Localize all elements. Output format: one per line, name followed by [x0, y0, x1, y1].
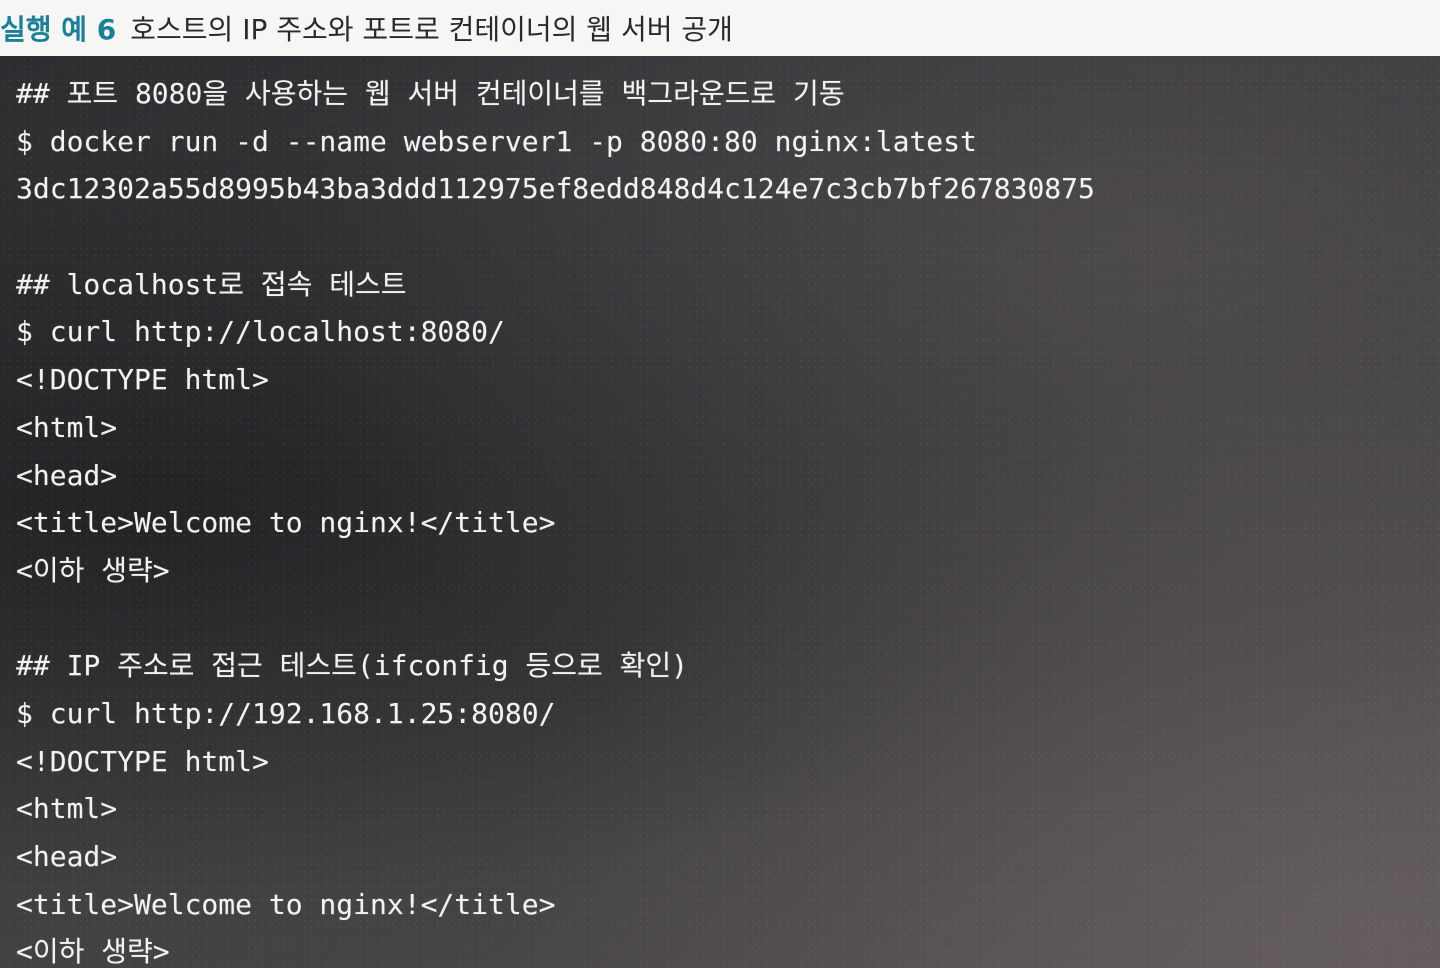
example-label: 실행 예 6 — [0, 13, 117, 46]
terminal-output: ## 포트 8080을 사용하는 웹 서버 컨테이너를 백그라운드로 기동 $ … — [0, 56, 1440, 968]
command-line: $ curl http://192.168.1.25:8080/ — [16, 696, 556, 730]
output-line: <이하 생략> — [16, 935, 170, 968]
output-line: <이하 생략> — [16, 553, 170, 587]
example-caption: 실행 예 6 호스트의 IP 주소와 포트로 컨테이너의 웹 서버 공개 — [0, 0, 1440, 56]
command-line: $ docker run -d --name webserver1 -p 808… — [16, 124, 977, 158]
output-line: <head> — [16, 458, 118, 492]
output-line: <!DOCTYPE html> — [16, 744, 269, 778]
output-line: <html> — [16, 410, 118, 444]
comment-line: ## localhost로 접속 테스트 — [16, 267, 407, 301]
output-line: <title>Welcome to nginx!</title> — [16, 887, 556, 921]
output-line: <title>Welcome to nginx!</title> — [16, 506, 556, 540]
example-title: 호스트의 IP 주소와 포트로 컨테이너의 웹 서버 공개 — [130, 13, 733, 46]
output-line: <html> — [16, 792, 118, 826]
comment-line: ## 포트 8080을 사용하는 웹 서버 컨테이너를 백그라운드로 기동 — [16, 77, 845, 110]
output-line: <!DOCTYPE html> — [16, 363, 269, 397]
output-line: 3dc12302a55d8995b43ba3ddd112975ef8edd848… — [16, 172, 1095, 206]
comment-line: ## IP 주소로 접근 테스트(ifconfig 등으로 확인) — [16, 649, 689, 683]
output-line: <head> — [16, 840, 118, 873]
command-line: $ curl http://localhost:8080/ — [16, 315, 505, 349]
